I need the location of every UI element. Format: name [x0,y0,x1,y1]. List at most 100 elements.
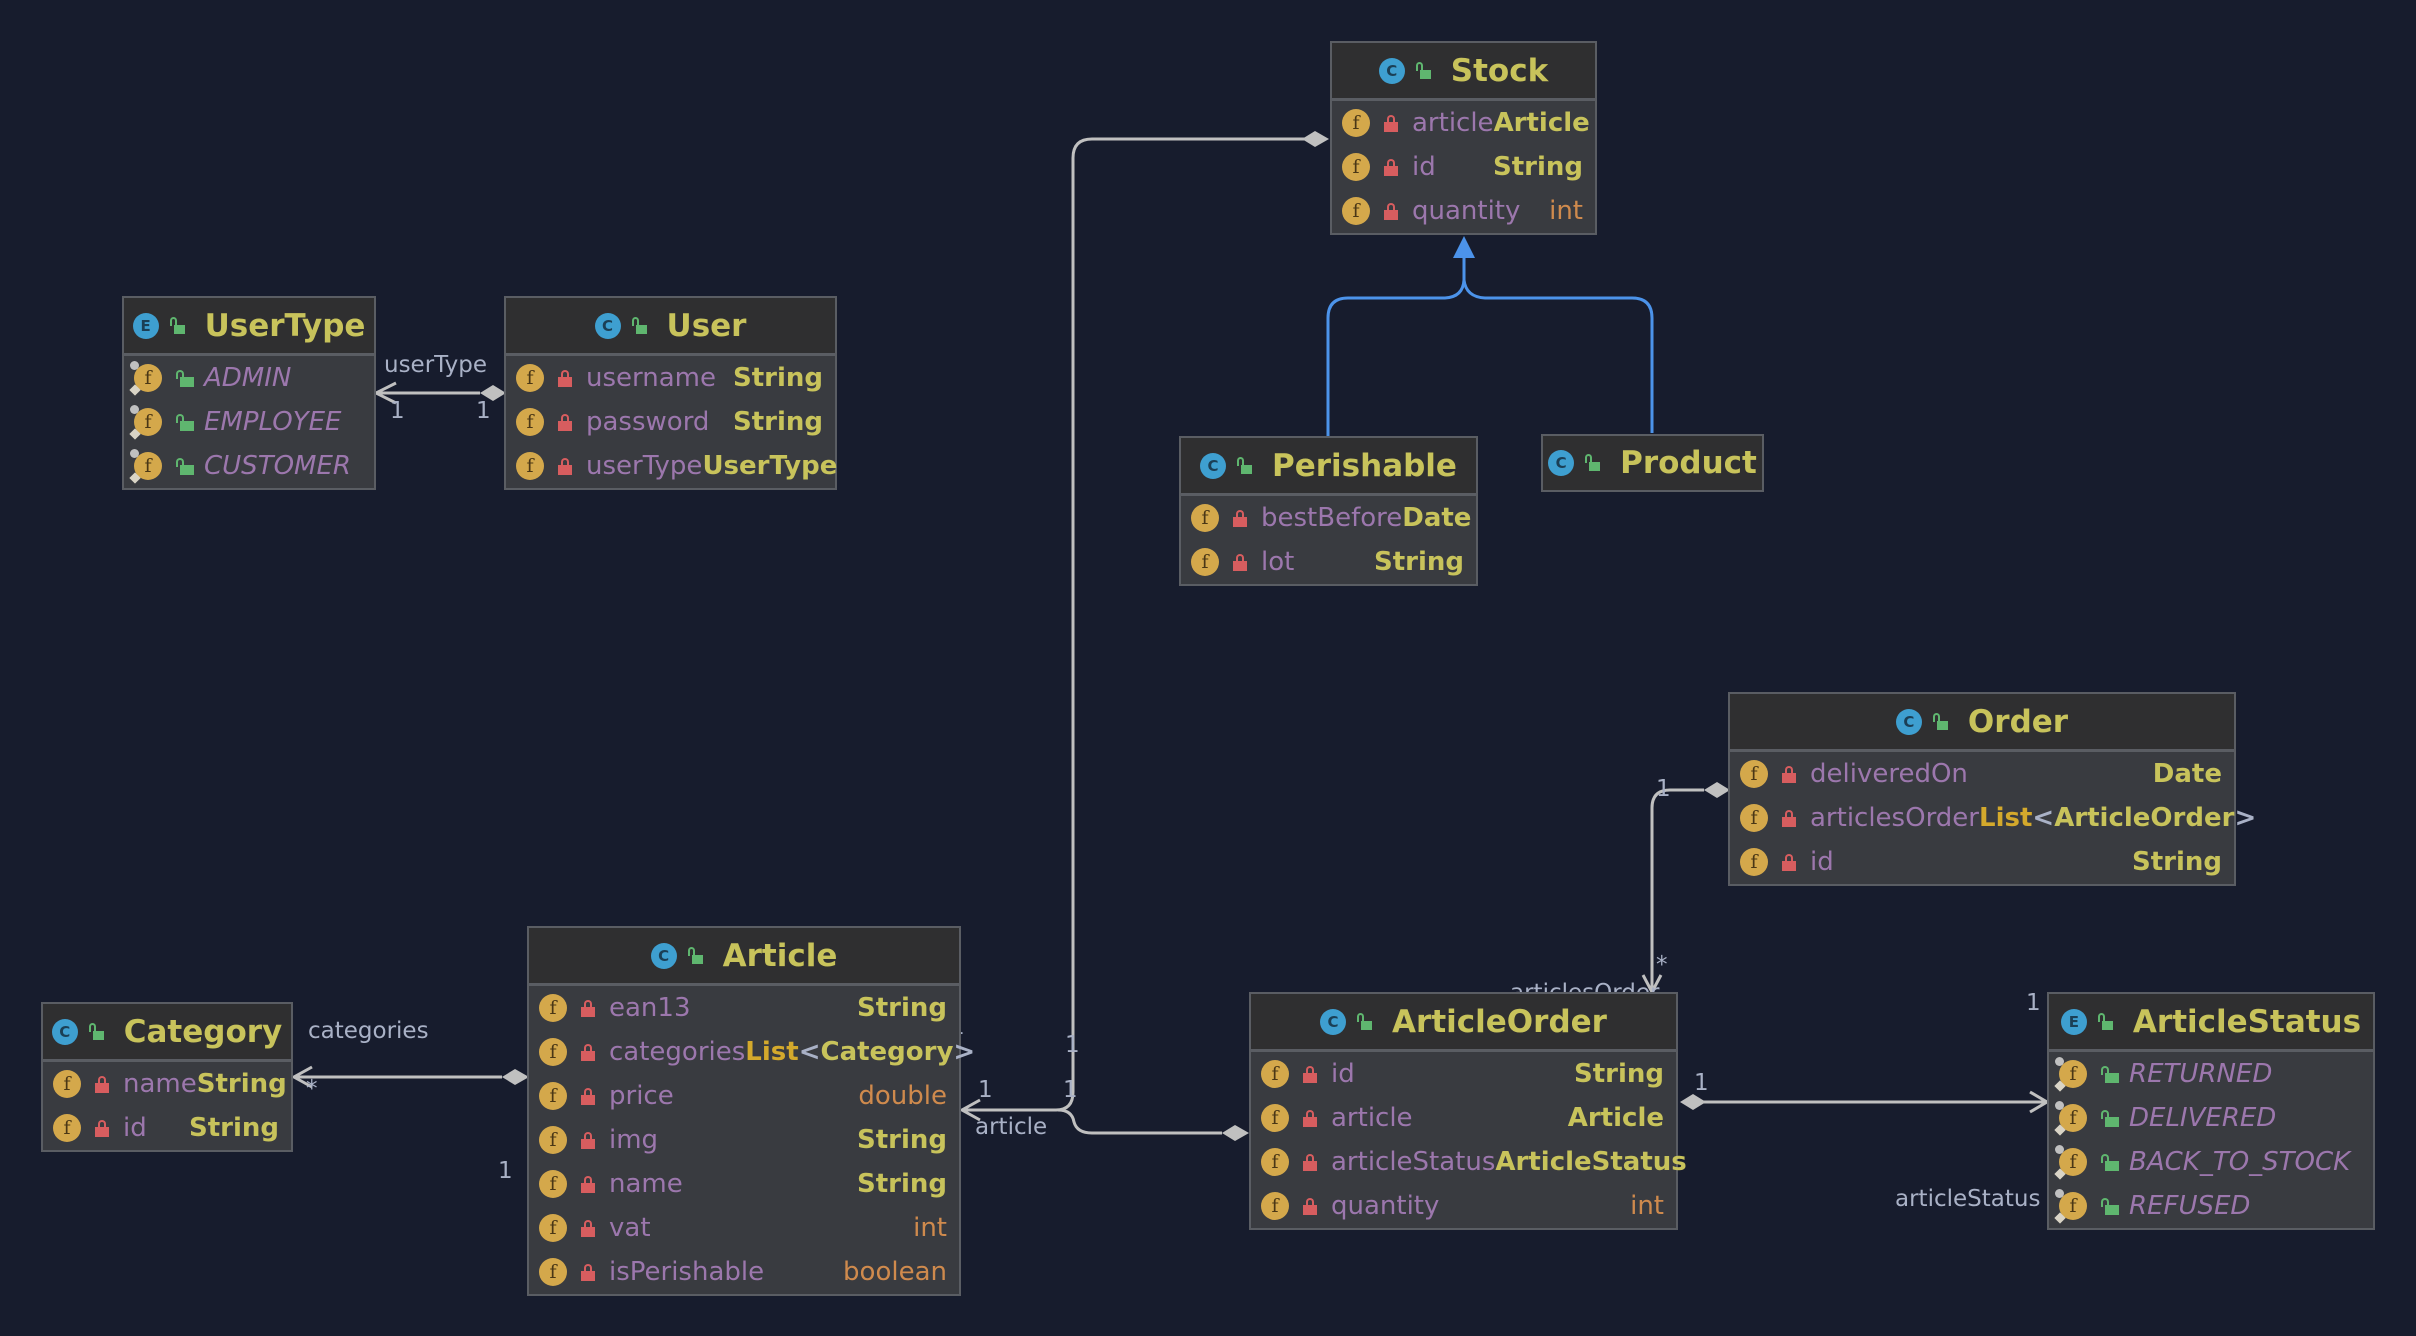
field-row[interactable]: f bestBefore Date [1181,496,1476,540]
composition-diamond [1302,131,1329,147]
field-row[interactable]: f name String [43,1062,291,1106]
class-node-article[interactable]: C Article f ean13 String f categories List<Cate… [527,926,975,1296]
field-icon: f [539,994,567,1022]
field-row[interactable]: f quantity int [1332,189,1595,233]
multiplicity: 1 [476,398,491,424]
node-title: Product [1620,445,1757,481]
public-lock-icon [176,414,194,431]
class-node-user[interactable]: C User f username String f password String f user… [504,296,837,490]
enum-constant-icon: f [2055,1145,2087,1176]
class-node-articleorder[interactable]: C ArticleOrder f id String f article Article f ar… [1249,992,1687,1230]
field-name: categories [609,1037,746,1067]
field-row[interactable]: f id String [1251,1052,1676,1096]
field-row[interactable]: f price double [529,1074,959,1118]
enum-kind-icon: E [132,312,159,339]
field-icon: f [539,1082,567,1110]
enum-constant-row[interactable]: f DELIVERED [2049,1096,2373,1140]
node-title: Category [123,1013,283,1050]
class-node-perishable[interactable]: C Perishable f bestBefore Date f lot String [1179,436,1478,586]
class-kind-icon: C [1895,708,1922,735]
public-visibility-icon [1356,1012,1374,1031]
enum-constant-icon: f [130,449,162,480]
public-visibility-icon [88,1022,106,1041]
class-node-stock[interactable]: C Stock f article Article f id String f quantity i… [1330,41,1597,235]
enum-constant-row[interactable]: f EMPLOYEE [124,400,374,444]
private-lock-icon [1384,159,1398,176]
field-row[interactable]: f vat int [529,1206,959,1250]
field-row[interactable]: f id String [43,1106,291,1150]
field-row[interactable]: f isPerishable boolean [529,1250,959,1294]
field-name: deliveredOn [1810,759,1968,789]
field-row[interactable]: f ean13 String [529,986,959,1030]
node-header: C Perishable [1181,438,1476,496]
field-name: id [1331,1059,1355,1089]
field-row[interactable]: f password String [506,400,835,444]
field-row[interactable]: f img String [529,1118,959,1162]
multiplicity: * [1656,952,1668,978]
field-row[interactable]: f article Article [1332,101,1595,145]
field-type: String [196,1069,287,1099]
enum-kind-icon: E [2060,1008,2087,1035]
class-node-product[interactable]: C Product [1541,434,1764,492]
private-lock-icon [581,1220,595,1237]
field-icon: f [539,1170,567,1198]
class-kind-icon: C [594,312,621,339]
edge-label-usertype: userType [384,352,487,378]
class-node-category[interactable]: C Category f name String f id String [41,1002,293,1152]
field-icon: f [539,1214,567,1242]
field-name: price [609,1081,674,1111]
field-row[interactable]: f username String [506,356,835,400]
composition-diamond [1222,1125,1249,1141]
node-header: C ArticleOrder [1251,994,1676,1052]
field-row[interactable]: f id String [1332,145,1595,189]
enum-constant-row[interactable]: f REFUSED [2049,1184,2373,1228]
field-name: quantity [1412,196,1521,226]
field-row[interactable]: f userType UserType [506,444,837,488]
enum-constant-row[interactable]: f ADMIN [124,356,374,400]
private-lock-icon [1384,115,1398,132]
public-visibility-icon [687,946,705,965]
public-visibility-icon [2097,1012,2115,1031]
field-row[interactable]: f id String [1730,840,2234,884]
multiplicity: 1 [2026,990,2041,1016]
class-kind-icon: C [1378,57,1405,84]
enum-constant-icon: f [130,405,162,436]
field-row[interactable]: f deliveredOn Date [1730,752,2234,796]
class-kind-icon: C [1320,1008,1347,1035]
edge-inheritance [1326,236,1654,436]
field-type: String [856,1169,947,1199]
field-row[interactable]: f categories List<Category> [529,1030,975,1074]
enum-node-usertype[interactable]: E UserType f ADMIN f EMPLOYEE f CUSTOMER [122,296,376,490]
field-row[interactable]: f lot String [1181,540,1476,584]
field-name: lot [1261,547,1295,577]
field-name: password [586,407,710,437]
multiplicity: 1 [978,1077,993,1103]
field-icon: f [1740,804,1768,832]
multiplicity: 1 [390,398,405,424]
private-lock-icon [558,458,572,475]
private-lock-icon [1782,854,1796,871]
class-node-order[interactable]: C Order f deliveredOn Date f articlesOrder List… [1728,692,2256,886]
field-row[interactable]: f name String [529,1162,959,1206]
field-row[interactable]: f articlesOrder List<ArticleOrder> [1730,796,2256,840]
multiplicity: 1 [1063,1077,1078,1103]
private-lock-icon [581,1264,595,1281]
field-icon: f [539,1126,567,1154]
inheritance-arrow [1453,236,1475,258]
enum-node-articlestatus[interactable]: E ArticleStatus f RETURNED f DELIVERED f BACK_T… [2047,992,2375,1230]
field-icon: f [1261,1060,1289,1088]
field-type: String [2131,847,2222,877]
enum-constant-name: ADMIN [204,363,292,393]
field-name: article [1331,1103,1413,1133]
node-header: C User [506,298,835,356]
field-row[interactable]: f article Article [1251,1096,1676,1140]
enum-constant-row[interactable]: f RETURNED [2049,1052,2373,1096]
enum-constant-row[interactable]: f BACK_TO_STOCK [2049,1140,2373,1184]
field-row[interactable]: f articleStatus ArticleStatus [1251,1140,1687,1184]
private-lock-icon [95,1076,109,1093]
private-lock-icon [581,1088,595,1105]
field-name: vat [609,1213,651,1243]
field-row[interactable]: f quantity int [1251,1184,1676,1228]
public-visibility-icon [1236,456,1254,475]
enum-constant-row[interactable]: f CUSTOMER [124,444,374,488]
